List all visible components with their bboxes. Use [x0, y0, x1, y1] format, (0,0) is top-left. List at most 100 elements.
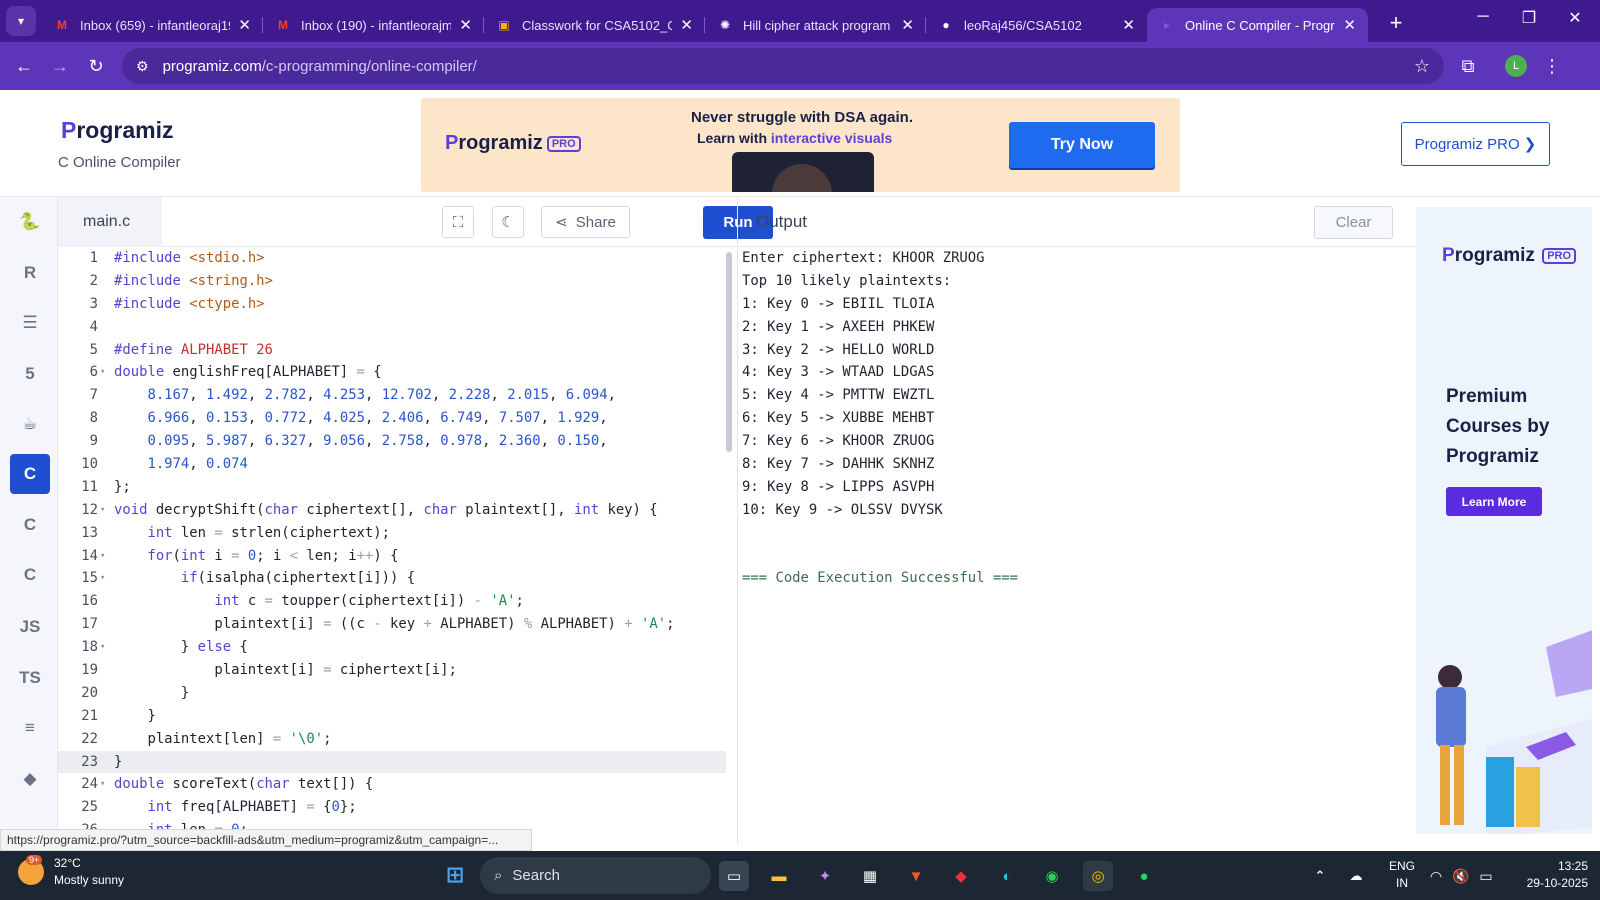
tab-close-icon[interactable]: ✕ — [1122, 16, 1135, 34]
code-line[interactable]: 9 0.095, 5.987, 6.327, 9.056, 2.758, 0.9… — [58, 430, 726, 453]
battery-icon[interactable]: ▭ — [1475, 861, 1497, 891]
tab-search-button[interactable]: ▾ — [6, 6, 36, 36]
store-icon[interactable]: ▦ — [855, 861, 885, 891]
spotify-icon[interactable]: ● — [1129, 861, 1159, 891]
edge-icon[interactable]: ◐ — [992, 861, 1022, 891]
c-icon[interactable]: C — [10, 454, 50, 494]
banner-ad[interactable]: Programiz PRO Never struggle with DSA aga… — [421, 98, 1180, 192]
code-line[interactable]: 23} — [58, 750, 726, 774]
clear-button[interactable]: Clear — [1314, 206, 1393, 239]
python-icon[interactable]: 🐍 — [10, 202, 50, 242]
reload-icon[interactable]: ↻ — [78, 56, 114, 77]
weather-widget[interactable]: 9+ 32°C Mostly sunny — [18, 855, 124, 889]
code-line[interactable]: 22 plaintext[len] = '\0'; — [58, 728, 726, 751]
editor-scrollbar[interactable] — [726, 252, 732, 452]
code-line[interactable]: 20 } — [58, 682, 726, 705]
task-view-icon[interactable]: ▭ — [719, 861, 749, 891]
taskbar-search[interactable]: ⌕ Search — [480, 857, 711, 894]
copilot-icon[interactable]: ✦ — [810, 861, 840, 891]
code-line[interactable]: 18 ▾ } else { — [58, 636, 726, 659]
extensions-icon[interactable]: ⧉ — [1444, 56, 1492, 77]
code-line[interactable]: 12 ▾ void decryptShift(char ciphertext[], … — [58, 499, 726, 522]
chrome-icon[interactable]: ◎ — [1083, 861, 1113, 891]
clock[interactable]: 13:25 29-10-2025 — [1512, 858, 1588, 892]
profile-avatar[interactable]: L — [1505, 55, 1527, 77]
volume-muted-icon[interactable]: 🔇 — [1450, 861, 1472, 891]
ad-try-now-button[interactable]: Try Now — [1009, 122, 1155, 168]
pane-divider[interactable] — [737, 197, 738, 845]
code-line[interactable]: 16 int c = toupper(ciphertext[i]) - 'A'; — [58, 590, 726, 613]
code-line[interactable]: 3 #include <ctype.h> — [58, 293, 726, 316]
programiz-pro-button[interactable]: Programiz PRO ❯ — [1401, 122, 1550, 166]
tab-close-icon[interactable]: ✕ — [680, 16, 693, 34]
code-line[interactable]: 25 int freq[ALPHABET] = {0}; — [58, 796, 726, 819]
fold-arrow-icon[interactable]: ▾ — [100, 773, 105, 796]
code-line[interactable]: 5 #define ALPHABET 26 — [58, 339, 726, 362]
site-info-icon[interactable]: ⚙ — [136, 58, 149, 75]
browser-tab[interactable]: ▣ Classwork for CSA5102_CN ✕ — [484, 8, 705, 42]
app-red-icon[interactable]: ◆ — [946, 861, 976, 891]
code-line[interactable]: 8 6.966, 0.153, 0.772, 4.025, 2.406, 6.7… — [58, 407, 726, 430]
csharp-icon[interactable]: C — [10, 555, 50, 595]
fullscreen-icon[interactable]: ⛶ — [442, 206, 474, 238]
code-line[interactable]: 15 ▾ if(isalpha(ciphertext[i])) { — [58, 567, 726, 590]
fold-arrow-icon[interactable]: ▾ — [100, 361, 105, 384]
js-icon[interactable]: JS — [10, 607, 50, 647]
file-tab[interactable]: main.c — [58, 197, 162, 247]
tab-close-icon[interactable]: ✕ — [459, 16, 472, 34]
code-line[interactable]: 17 plaintext[i] = ((c - key + ALPHABET) … — [58, 613, 726, 636]
code-line[interactable]: 13 int len = strlen(ciphertext); — [58, 522, 726, 545]
forward-icon[interactable]: → — [42, 56, 78, 77]
tab-close-icon[interactable]: ✕ — [1343, 16, 1356, 34]
browser-tab[interactable]: M Inbox (659) - infantleoraj19 ✕ — [42, 8, 263, 42]
tab-close-icon[interactable]: ✕ — [238, 16, 251, 34]
browser-tab[interactable]: ● leoRaj456/CSA5102 ✕ — [926, 8, 1147, 42]
back-icon[interactable]: ← — [6, 56, 42, 77]
code-line[interactable]: 4 — [58, 316, 726, 339]
code-line[interactable]: 7 8.167, 1.492, 2.782, 4.253, 12.702, 2.… — [58, 384, 726, 407]
code-editor[interactable]: 1 #include <stdio.h> 2 #include <string.h> 3… — [58, 247, 726, 845]
tray-overflow-icon[interactable]: ⌃ — [1310, 861, 1330, 891]
minimize-icon[interactable]: ─ — [1460, 8, 1506, 26]
tab-close-icon[interactable]: ✕ — [901, 16, 914, 34]
side-ad[interactable]: Programiz PRO Premium Courses by Program… — [1416, 207, 1592, 834]
browser-tab[interactable]: ▸ Online C Compiler - Progra ✕ — [1147, 8, 1368, 42]
browser-menu-icon[interactable]: ⋮ — [1540, 56, 1564, 77]
wifi-icon[interactable]: ◠ — [1425, 861, 1447, 891]
code-line[interactable]: 1 #include <stdio.h> — [58, 247, 726, 270]
whatsapp-icon[interactable]: ◉ — [1037, 861, 1067, 891]
fold-arrow-icon[interactable]: ▾ — [100, 636, 105, 659]
windows-start-icon[interactable]: ⊞ — [440, 860, 470, 890]
code-line[interactable]: 19 plaintext[i] = ciphertext[i]; — [58, 659, 726, 682]
code-line[interactable]: 10 1.974, 0.074 — [58, 453, 726, 476]
swift-icon[interactable]: ◆ — [10, 759, 50, 799]
ts-icon[interactable]: TS — [10, 658, 50, 698]
code-line[interactable]: 6 ▾ double englishFreq[ALPHABET] = { — [58, 361, 726, 384]
new-tab-button[interactable]: + — [1382, 10, 1410, 36]
html-icon[interactable]: 5 — [10, 354, 50, 394]
code-line[interactable]: 24 ▾ double scoreText(char text[]) { — [58, 773, 726, 796]
browser-tab[interactable]: M Inbox (190) - infantleorajm ✕ — [263, 8, 484, 42]
fold-arrow-icon[interactable]: ▾ — [100, 499, 105, 522]
cpp-icon[interactable]: C — [10, 505, 50, 545]
file-explorer-icon[interactable]: ▬ — [764, 861, 794, 891]
r-icon[interactable]: R — [10, 253, 50, 293]
fold-arrow-icon[interactable]: ▾ — [100, 567, 105, 590]
code-line[interactable]: 11}; — [58, 476, 726, 499]
bookmark-star-icon[interactable]: ☆ — [1414, 56, 1430, 77]
code-line[interactable]: 2 #include <string.h> — [58, 270, 726, 293]
language-indicator[interactable]: ENG IN — [1389, 858, 1415, 892]
share-button[interactable]: ⋖ Share — [541, 206, 630, 238]
learn-more-button[interactable]: Learn More — [1446, 487, 1542, 516]
address-bar[interactable]: ⚙ programiz.com/c-programming/online-com… — [122, 48, 1444, 84]
brave-icon[interactable]: ▼ — [901, 861, 931, 891]
code-line[interactable]: 21 } — [58, 705, 726, 728]
fold-arrow-icon[interactable]: ▾ — [100, 545, 105, 568]
restore-icon[interactable]: ❐ — [1506, 8, 1552, 28]
java-icon[interactable]: ☕ — [10, 404, 50, 444]
browser-tab[interactable]: ✺ Hill cipher attack program ✕ — [705, 8, 926, 42]
code-line[interactable]: 14 ▾ for(int i = 0; i < len; i++) { — [58, 545, 726, 568]
window-close-icon[interactable]: ✕ — [1552, 8, 1598, 28]
sql-icon[interactable]: ☰ — [10, 303, 50, 343]
onedrive-icon[interactable]: ☁ — [1346, 861, 1366, 891]
